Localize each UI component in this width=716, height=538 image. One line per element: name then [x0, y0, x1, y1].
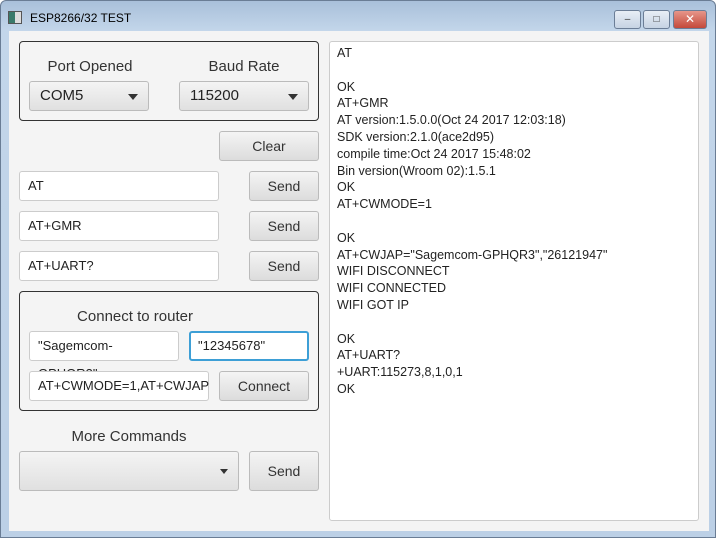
- port-value: COM5: [40, 87, 84, 104]
- port-select[interactable]: COM5: [29, 81, 149, 111]
- more-commands-select[interactable]: [19, 451, 239, 491]
- output-textarea[interactable]: AT OK AT+GMR AT version:1.5.0.0(Oct 24 2…: [329, 41, 699, 521]
- router-title: Connect to router: [77, 308, 193, 325]
- connect-command-input[interactable]: AT+CWMODE=1,AT+CWJAP: [29, 371, 209, 401]
- ssid-input[interactable]: "Sagemcom-GPHQR3": [29, 331, 179, 381]
- app-window: ESP8266/32 TEST – □ ✕ Port Opened Baud R…: [0, 0, 716, 538]
- baud-label: Baud Rate: [208, 58, 280, 75]
- window-title: ESP8266/32 TEST: [30, 11, 132, 25]
- command-input-1[interactable]: AT: [19, 171, 219, 201]
- app-icon: [8, 11, 22, 24]
- port-group: Port Opened Baud Rate COM5 115200: [19, 41, 319, 121]
- send-button-3[interactable]: Send: [249, 251, 319, 281]
- chevron-down-icon: [220, 469, 228, 474]
- send-button-2[interactable]: Send: [249, 211, 319, 241]
- chevron-down-icon: [288, 94, 298, 100]
- title-bar[interactable]: ESP8266/32 TEST – □ ✕: [1, 1, 715, 31]
- command-input-2[interactable]: AT+GMR: [19, 211, 219, 241]
- router-group: Connect to router "Sagemcom-GPHQR3" "123…: [19, 291, 319, 411]
- close-button[interactable]: ✕: [673, 10, 707, 29]
- command-input-3[interactable]: AT+UART?: [19, 251, 219, 281]
- port-label: Port Opened: [47, 58, 133, 75]
- clear-button[interactable]: Clear: [219, 131, 319, 161]
- more-commands-label: More Commands: [71, 428, 187, 445]
- baud-select[interactable]: 115200: [179, 81, 309, 111]
- baud-value: 115200: [190, 87, 239, 104]
- connect-button[interactable]: Connect: [219, 371, 309, 401]
- minimize-button[interactable]: –: [614, 10, 641, 29]
- send-button-1[interactable]: Send: [249, 171, 319, 201]
- chevron-down-icon: [128, 94, 138, 100]
- password-input[interactable]: "12345678": [189, 331, 309, 361]
- client-area: Port Opened Baud Rate COM5 115200 Clear …: [9, 31, 709, 531]
- maximize-button[interactable]: □: [643, 10, 670, 29]
- more-send-button[interactable]: Send: [249, 451, 319, 491]
